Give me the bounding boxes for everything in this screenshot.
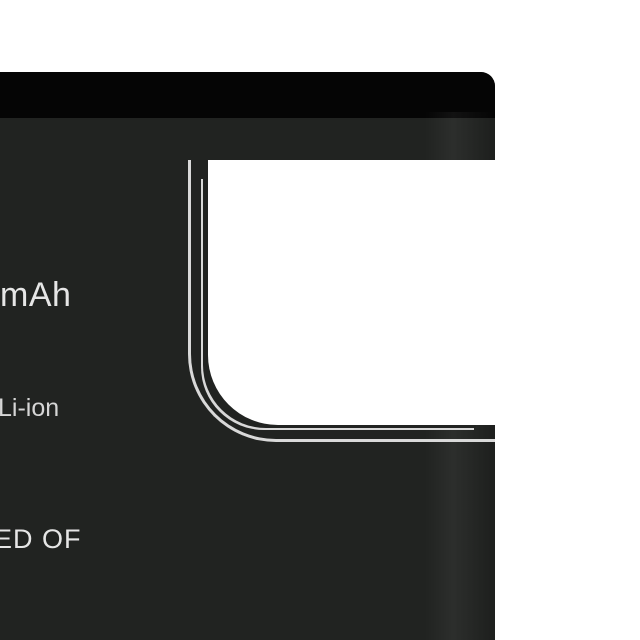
photo-scene: mAh Li-ion ED OF [0,0,640,640]
capacity-text: mAh [0,276,72,314]
made-in-text: ED OF [0,524,82,554]
chemistry-text: Li-ion [0,394,60,422]
battery-top-cap [0,72,495,118]
battery-body: mAh Li-ion ED OF [0,72,495,640]
label-window [208,160,495,425]
